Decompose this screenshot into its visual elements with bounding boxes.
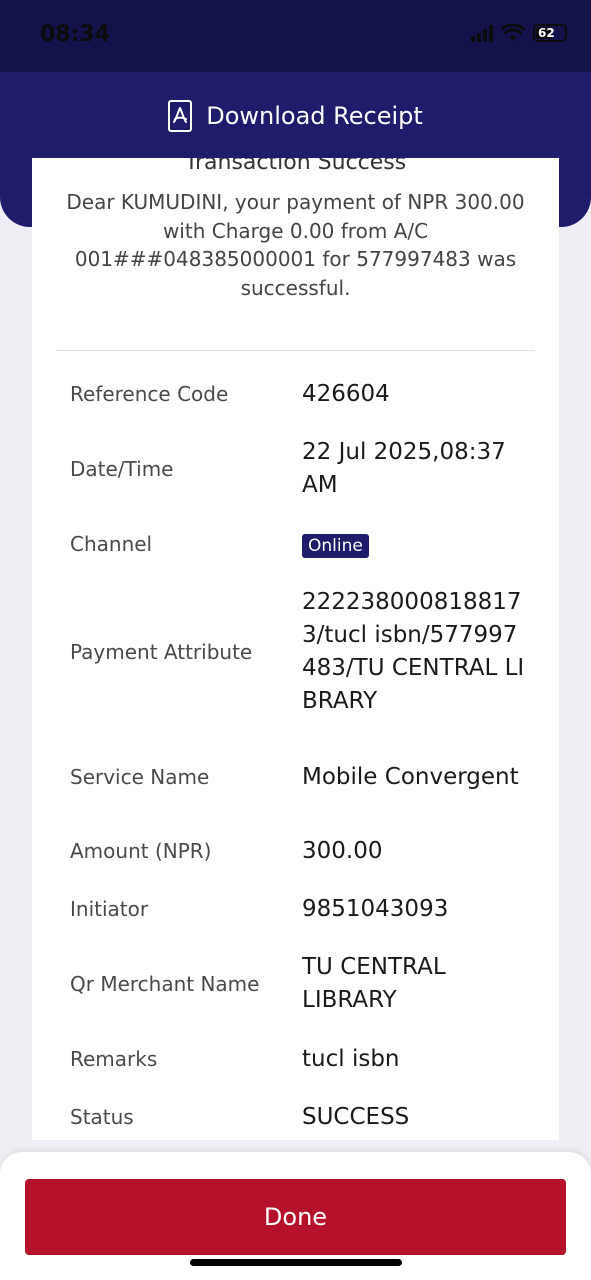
detail-row-channel: Channel Online	[32, 526, 559, 562]
battery-icon: 62	[533, 24, 567, 42]
status-bar: 08:34 62	[0, 0, 591, 72]
transaction-title: Transaction Success	[184, 158, 407, 175]
detail-label: Initiator	[70, 897, 149, 921]
download-receipt-label: Download Receipt	[206, 102, 423, 130]
status-icons: 62	[471, 24, 567, 42]
home-indicator[interactable]	[190, 1259, 402, 1266]
transaction-message: Dear KUMUDINI, your payment of NPR 300.0…	[66, 190, 525, 300]
detail-label: Reference Code	[70, 382, 229, 406]
detail-row-payment-attribute: Payment Attribute 2222380008188173/tucl …	[32, 584, 559, 720]
battery-level: 62	[538, 26, 555, 40]
detail-label: Status	[70, 1105, 134, 1129]
detail-label: Amount (NPR)	[70, 839, 212, 863]
detail-row-date-time: Date/Time 22 Jul 2025,08:37 AM	[32, 434, 559, 504]
status-time: 08:34	[40, 22, 111, 47]
detail-row-reference-code: Reference Code 426604	[32, 376, 559, 412]
detail-row-remarks: Remarks tucl isbn	[32, 1041, 559, 1077]
detail-value: 426604	[302, 380, 390, 407]
detail-row-status: Status SUCCESS	[32, 1099, 559, 1135]
cellular-signal-icon	[471, 24, 493, 42]
detail-value: SUCCESS	[302, 1103, 410, 1130]
wifi-icon	[501, 24, 525, 41]
detail-label: Payment Attribute	[70, 640, 253, 664]
divider	[57, 350, 534, 351]
receipt-card: Transaction Success Dear KUMUDINI, your …	[32, 158, 559, 1140]
pdf-icon	[168, 100, 193, 132]
detail-label: Qr Merchant Name	[70, 972, 260, 996]
detail-value: 9851043093	[302, 895, 449, 922]
detail-value: Mobile Convergent	[302, 763, 519, 790]
detail-value: TU CENTRAL LIBRARY	[302, 954, 446, 1013]
detail-value: tucl isbn	[302, 1045, 400, 1072]
detail-value-wrap: Online	[302, 528, 532, 561]
detail-label: Remarks	[70, 1047, 158, 1071]
channel-badge: Online	[302, 533, 369, 558]
detail-row-qr-merchant-name: Qr Merchant Name TU CENTRAL LIBRARY	[32, 949, 559, 1019]
detail-row-service-name: Service Name Mobile Convergent	[32, 742, 559, 812]
detail-row-amount: Amount (NPR) 300.00	[32, 833, 559, 869]
detail-value: 2222380008188173/tucl isbn/577997483/TU …	[302, 589, 525, 714]
download-receipt-button[interactable]: Download Receipt	[0, 96, 591, 136]
detail-row-initiator: Initiator 9851043093	[32, 891, 559, 927]
detail-label: Date/Time	[70, 457, 174, 481]
done-button[interactable]: Done	[25, 1179, 566, 1255]
detail-value: 300.00	[302, 837, 383, 864]
detail-label: Channel	[70, 532, 153, 556]
detail-label: Service Name	[70, 765, 210, 789]
detail-value: 22 Jul 2025,08:37 AM	[302, 439, 506, 498]
